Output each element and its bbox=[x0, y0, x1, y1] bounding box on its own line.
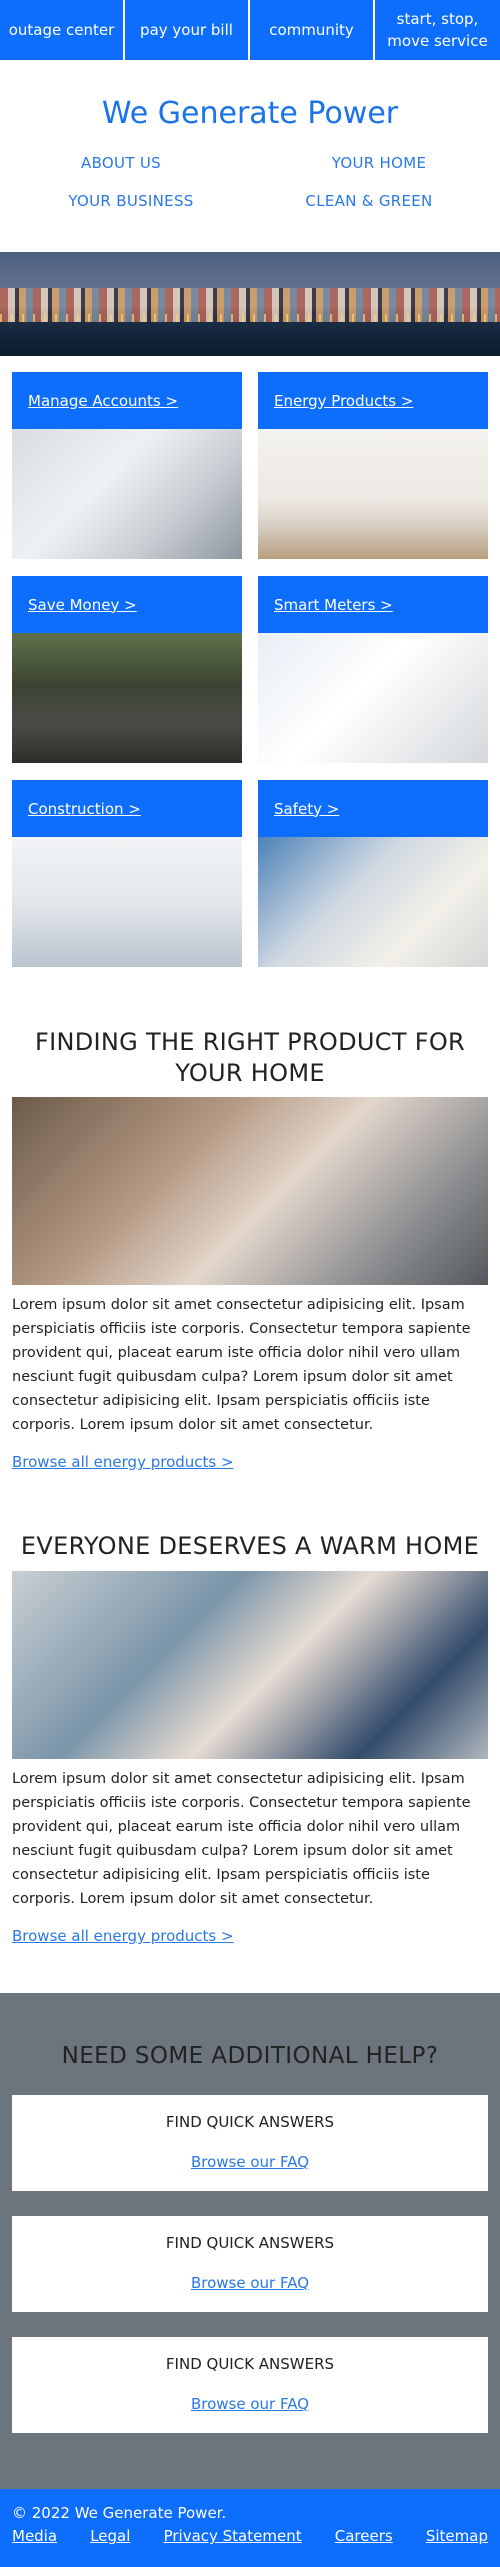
hero-water bbox=[0, 322, 500, 356]
card-image-smart-meter bbox=[258, 633, 488, 763]
nav-community[interactable]: community bbox=[250, 0, 373, 60]
help-box-title: FIND QUICK ANSWERS bbox=[165, 2355, 335, 2373]
card-link-energy-products[interactable]: Energy Products > bbox=[274, 392, 413, 410]
footer-link-sitemap[interactable]: Sitemap bbox=[426, 2527, 488, 2545]
card-link-smart-meters[interactable]: Smart Meters > bbox=[274, 596, 393, 614]
section-image-family-laptop bbox=[12, 1097, 488, 1285]
link-your-home[interactable]: YOUR HOME bbox=[250, 154, 488, 172]
footer-link-privacy[interactable]: Privacy Statement bbox=[164, 2527, 302, 2545]
section-heading: FINDING THE RIGHT PRODUCT FOR YOUR HOME bbox=[35, 1028, 465, 1087]
help-box-title: FIND QUICK ANSWERS bbox=[165, 2234, 335, 2252]
help-box: FIND QUICK ANSWERS Browse our FAQ bbox=[12, 2095, 488, 2191]
browse-energy-products-link[interactable]: Browse all energy products > bbox=[12, 1927, 488, 1945]
link-clean-green[interactable]: CLEAN & GREEN bbox=[250, 192, 488, 210]
section-heading: EVERYONE DESERVES A WARM HOME bbox=[20, 1532, 480, 1560]
card-image-hard-hat-blueprints bbox=[258, 837, 488, 967]
section-body: Lorem ipsum dolor sit amet consectetur a… bbox=[12, 1297, 471, 1433]
card-link-manage-accounts[interactable]: Manage Accounts > bbox=[28, 392, 178, 410]
card-header: Manage Accounts > bbox=[12, 372, 242, 429]
nav-start-stop-move-service[interactable]: start, stop, move service bbox=[375, 0, 500, 60]
hero-image-harbor-town bbox=[0, 252, 500, 356]
card-energy-products: Energy Products > bbox=[258, 372, 488, 559]
footer-links: Media Legal Privacy Statement Careers Si… bbox=[12, 2527, 488, 2545]
link-about-us[interactable]: ABOUT US bbox=[12, 154, 250, 172]
card-header: Smart Meters > bbox=[258, 576, 488, 633]
nav-outage-center[interactable]: outage center bbox=[0, 0, 123, 60]
link-your-business[interactable]: YOUR BUSINESS bbox=[12, 192, 250, 210]
site-title[interactable]: We Generate Power bbox=[0, 94, 500, 134]
footer-link-careers[interactable]: Careers bbox=[335, 2527, 393, 2545]
card-header: Construction > bbox=[12, 780, 242, 837]
help-heading: NEED SOME ADDITIONAL HELP? bbox=[61, 2043, 439, 2069]
site-footer: © 2022 We Generate Power. Media Legal Pr… bbox=[0, 2489, 500, 2567]
nav-pay-your-bill[interactable]: pay your bill bbox=[125, 0, 248, 60]
card-image-laptop-payment bbox=[12, 429, 242, 559]
card-header: Save Money > bbox=[12, 576, 242, 633]
section-warm-home: EVERYONE DESERVES A WARM HOME Lorem ipsu… bbox=[0, 1531, 500, 1945]
faq-link[interactable]: Browse our FAQ bbox=[191, 2274, 309, 2292]
card-manage-accounts: Manage Accounts > bbox=[12, 372, 242, 559]
card-image-family-outdoors bbox=[12, 633, 242, 763]
faq-link[interactable]: Browse our FAQ bbox=[191, 2153, 309, 2171]
card-link-safety[interactable]: Safety > bbox=[274, 800, 339, 818]
card-safety: Safety > bbox=[258, 780, 488, 967]
section-right-product: FINDING THE RIGHT PRODUCT FOR YOUR HOME … bbox=[0, 1027, 500, 1471]
card-image-living-room bbox=[258, 429, 488, 559]
help-box: FIND QUICK ANSWERS Browse our FAQ bbox=[12, 2337, 488, 2433]
header-links: ABOUT US YOUR HOME YOUR BUSINESS CLEAN &… bbox=[0, 154, 500, 210]
faq-link[interactable]: Browse our FAQ bbox=[191, 2395, 309, 2413]
card-smart-meters: Smart Meters > bbox=[258, 576, 488, 763]
browse-energy-products-link[interactable]: Browse all energy products > bbox=[12, 1453, 488, 1471]
card-link-construction[interactable]: Construction > bbox=[28, 800, 141, 818]
site-header: We Generate Power ABOUT US YOUR HOME YOU… bbox=[0, 94, 500, 210]
card-link-save-money[interactable]: Save Money > bbox=[28, 596, 137, 614]
copyright-text: © 2022 We Generate Power. bbox=[12, 2504, 227, 2522]
service-cards: Manage Accounts > Energy Products > Save… bbox=[0, 372, 500, 967]
footer-link-media[interactable]: Media bbox=[12, 2527, 57, 2545]
footer-link-legal[interactable]: Legal bbox=[90, 2527, 130, 2545]
help-section: NEED SOME ADDITIONAL HELP? FIND QUICK AN… bbox=[0, 1993, 500, 2489]
section-image-family-sofa bbox=[12, 1571, 488, 1759]
card-header: Safety > bbox=[258, 780, 488, 837]
help-box: FIND QUICK ANSWERS Browse our FAQ bbox=[12, 2216, 488, 2312]
section-body: Lorem ipsum dolor sit amet consectetur a… bbox=[12, 1771, 471, 1907]
card-construction: Construction > bbox=[12, 780, 242, 967]
top-navigation: outage center pay your bill community st… bbox=[0, 0, 500, 60]
card-header: Energy Products > bbox=[258, 372, 488, 429]
card-save-money: Save Money > bbox=[12, 576, 242, 763]
card-image-family-couch bbox=[12, 837, 242, 967]
help-box-title: FIND QUICK ANSWERS bbox=[165, 2113, 335, 2131]
